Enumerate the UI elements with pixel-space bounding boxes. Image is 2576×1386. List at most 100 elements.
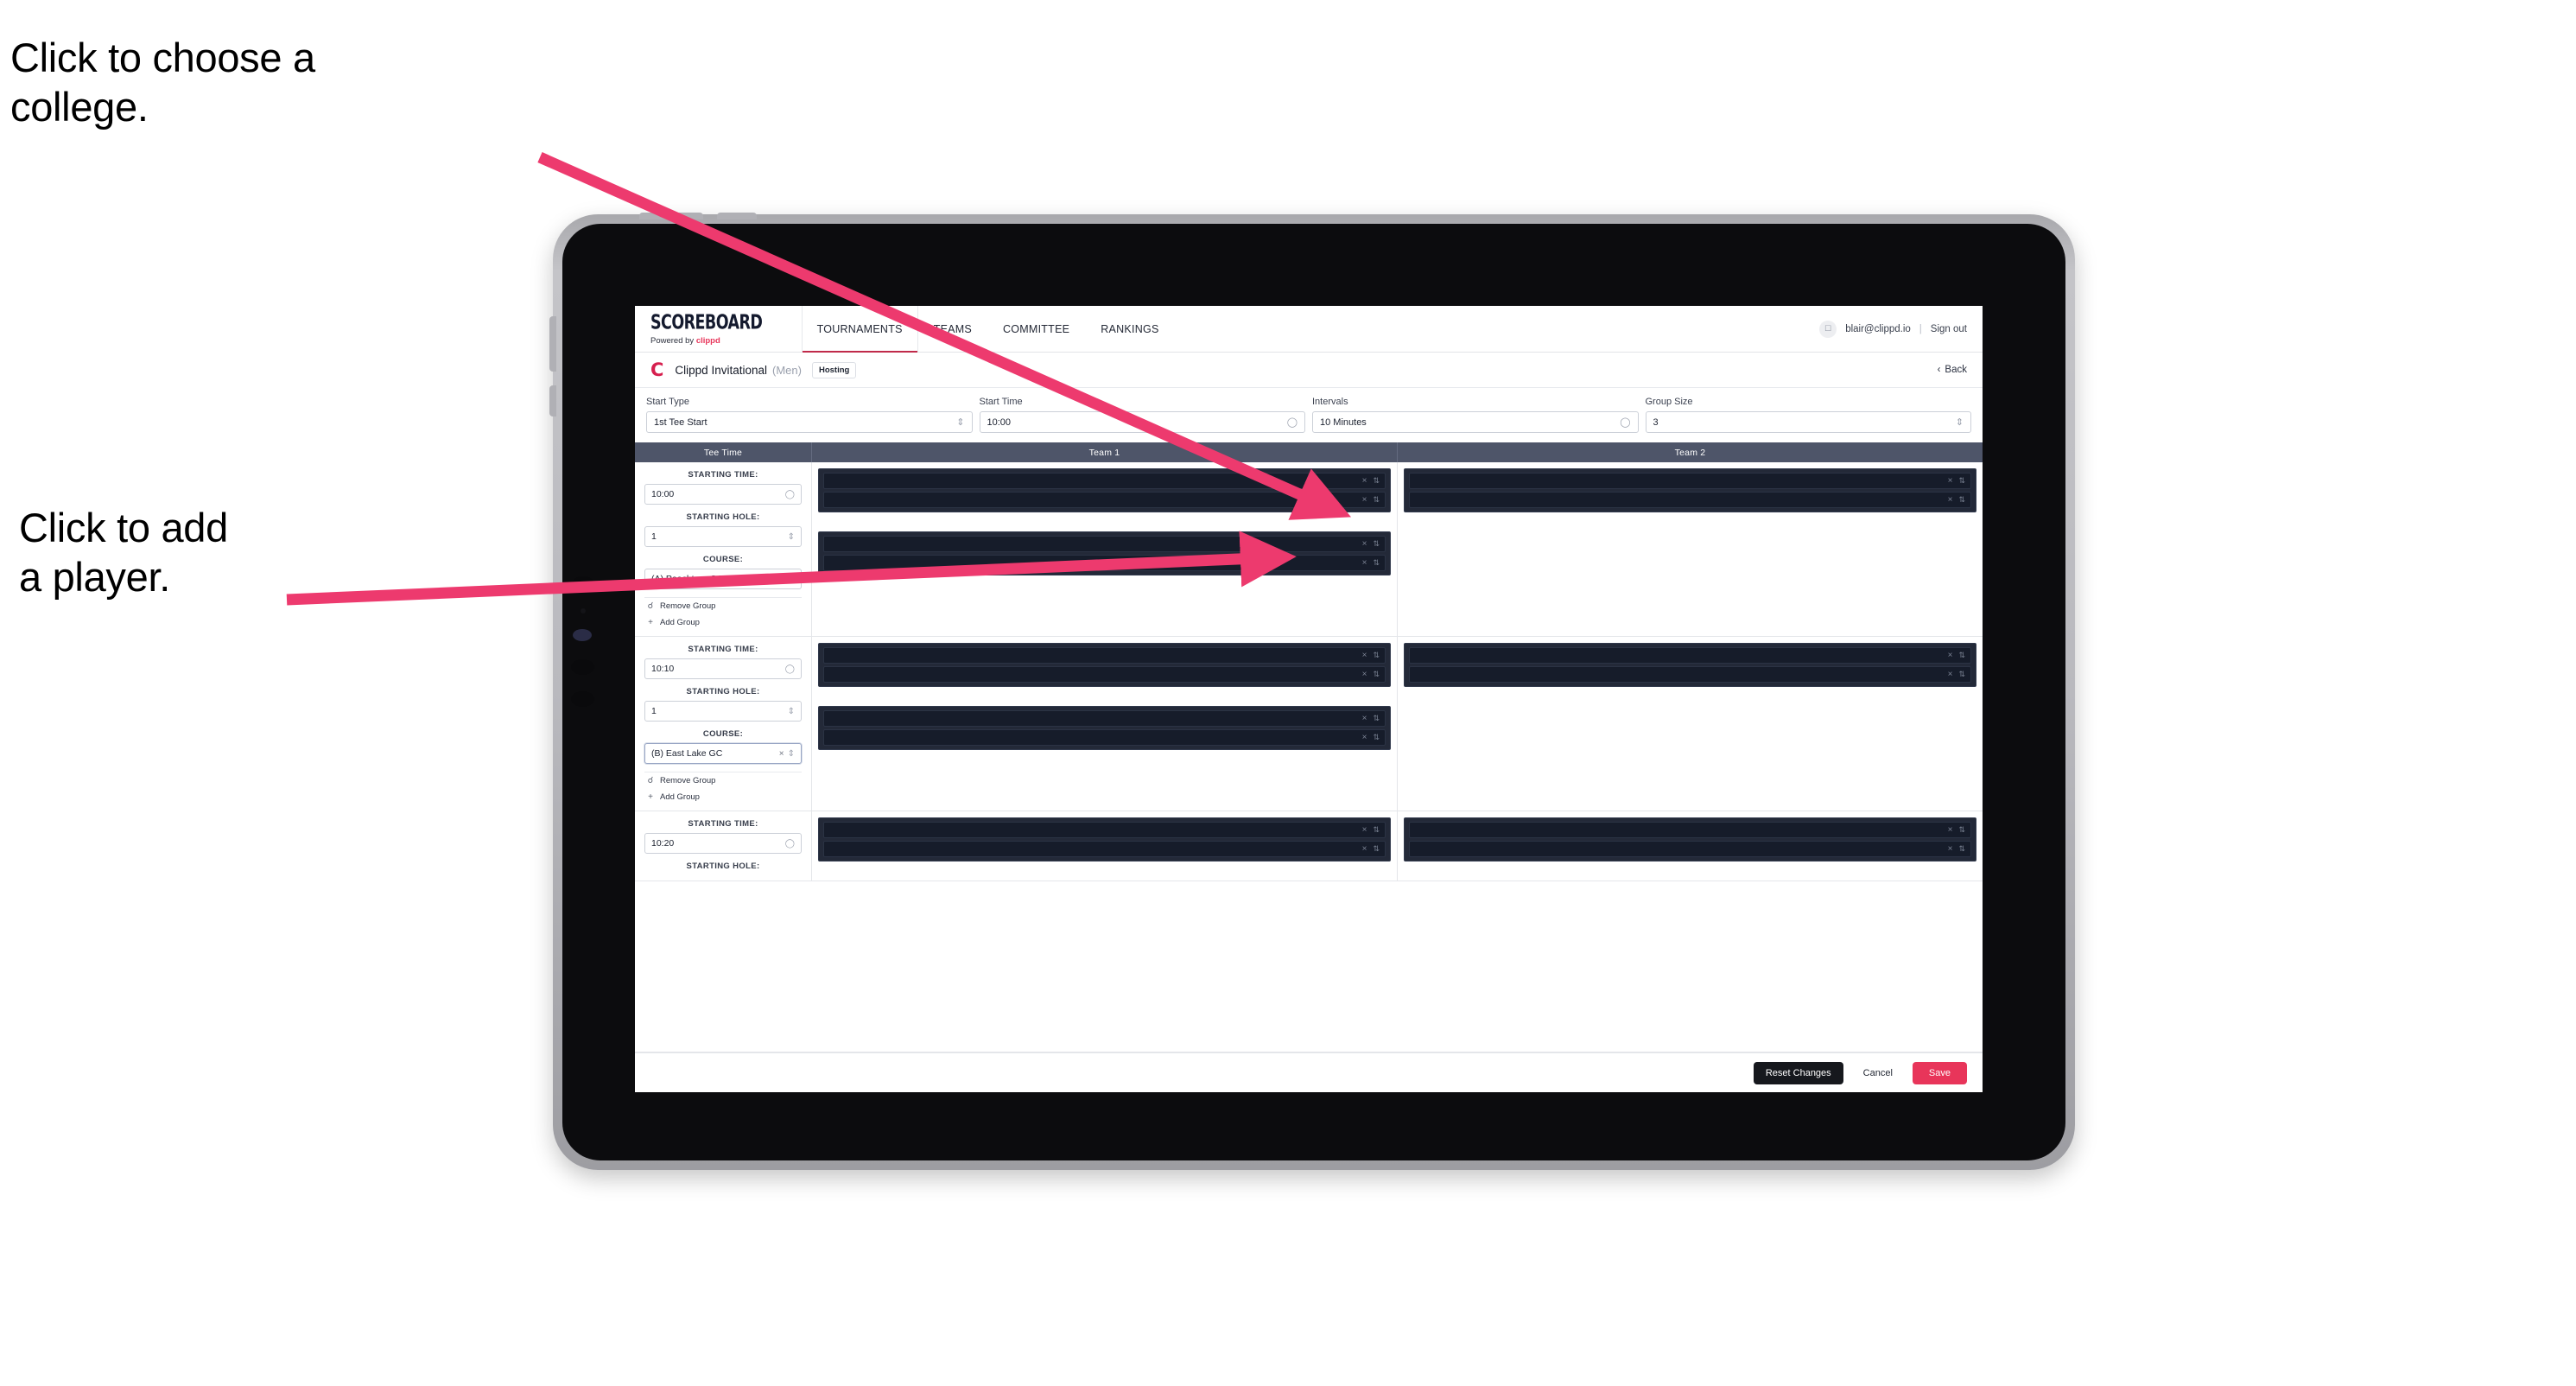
- annotation-add-player: Click to add a player.: [19, 505, 228, 601]
- tab-tournaments[interactable]: TOURNAMENTS: [801, 306, 918, 353]
- course-select[interactable]: (A) Peachtree GC × ⇕: [644, 569, 802, 589]
- add-group-button[interactable]: + Add Group: [644, 614, 802, 631]
- player-slot[interactable]: × ⇅: [1409, 492, 1971, 508]
- tab-rankings[interactable]: RANKINGS: [1085, 306, 1174, 352]
- player-slot[interactable]: × ⇅: [823, 492, 1386, 508]
- starting-time-label: STARTING TIME:: [688, 819, 758, 829]
- start-type-select[interactable]: 1st Tee Start ⇕: [646, 411, 973, 433]
- close-icon[interactable]: ×: [1362, 495, 1367, 505]
- close-icon[interactable]: ×: [1362, 539, 1367, 549]
- tab-teams[interactable]: TEAMS: [918, 306, 987, 352]
- remove-group-button[interactable]: ☌ Remove Group: [644, 597, 802, 614]
- close-icon[interactable]: ×: [1362, 670, 1367, 679]
- tablet-power-button: [717, 213, 757, 219]
- stepper-icon[interactable]: ⇕: [1956, 416, 1964, 428]
- reset-changes-button[interactable]: Reset Changes: [1753, 1061, 1843, 1084]
- stepper-icon[interactable]: ⇕: [788, 707, 795, 716]
- annotation-choose-college: Click to choose a college.: [10, 35, 315, 130]
- player-slot[interactable]: × ⇅: [823, 729, 1386, 746]
- cancel-button[interactable]: Cancel: [1855, 1062, 1901, 1084]
- remove-group-button[interactable]: ☌ Remove Group: [644, 772, 802, 789]
- stepper-icon[interactable]: ⇅: [1373, 495, 1380, 505]
- save-button[interactable]: Save: [1912, 1061, 1967, 1084]
- player-slot[interactable]: × ⇅: [823, 666, 1386, 683]
- brand-logo[interactable]: SCOREBOARD Powered by clippd: [650, 306, 802, 352]
- start-time-input[interactable]: 10:00 ◯: [979, 411, 1305, 433]
- close-icon[interactable]: ×: [1362, 651, 1367, 660]
- player-slot[interactable]: × ⇅: [823, 841, 1386, 857]
- stepper-icon[interactable]: ⇅: [1958, 651, 1965, 660]
- stepper-icon[interactable]: ⇅: [1373, 476, 1380, 486]
- starting-hole-input[interactable]: 1 ⇕: [644, 701, 802, 722]
- close-icon[interactable]: ×: [1362, 844, 1367, 854]
- intervals-input[interactable]: 10 Minutes ◯: [1312, 411, 1639, 433]
- tablet-speaker-lower: [571, 691, 594, 707]
- close-icon[interactable]: ×: [1948, 670, 1953, 679]
- stepper-icon[interactable]: ⇕: [788, 749, 795, 759]
- player-slot[interactable]: × ⇅: [823, 647, 1386, 664]
- group-size-stepper[interactable]: 3 ⇕: [1645, 411, 1971, 433]
- stepper-icon[interactable]: ⇅: [1958, 495, 1965, 505]
- player-slot[interactable]: × ⇅: [823, 536, 1386, 552]
- table-row: STARTING TIME: 10:00 ◯ STARTING HOLE: 1 ⇕ COUR…: [635, 462, 1983, 637]
- stepper-icon[interactable]: ⇅: [1373, 670, 1380, 679]
- team-2-cell: × ⇅ × ⇅: [1398, 462, 1983, 636]
- stepper-icon[interactable]: ⇅: [1373, 651, 1380, 660]
- close-icon[interactable]: ×: [1948, 844, 1953, 854]
- course-select[interactable]: (B) East Lake GC × ⇕: [644, 743, 802, 764]
- stepper-icon[interactable]: ⇅: [1958, 476, 1965, 486]
- tablet-camera-lens: [572, 576, 594, 591]
- stepper-icon[interactable]: ⇅: [1373, 714, 1380, 723]
- sign-out-link[interactable]: Sign out: [1931, 324, 1967, 334]
- tab-committee[interactable]: COMMITTEE: [987, 306, 1085, 352]
- starting-time-input[interactable]: 10:00 ◯: [644, 484, 802, 505]
- close-icon[interactable]: ×: [1362, 558, 1367, 568]
- player-slot[interactable]: × ⇅: [1409, 473, 1971, 489]
- close-icon[interactable]: ×: [1948, 476, 1953, 486]
- stepper-icon[interactable]: ⇅: [1373, 844, 1380, 854]
- player-slot[interactable]: × ⇅: [1409, 822, 1971, 838]
- stepper-icon[interactable]: ⇕: [788, 575, 795, 584]
- starting-time-input[interactable]: 10:20 ◯: [644, 833, 802, 854]
- clock-icon[interactable]: ◯: [785, 839, 795, 849]
- close-icon[interactable]: ×: [779, 575, 784, 584]
- close-icon[interactable]: ×: [1362, 476, 1367, 486]
- close-icon[interactable]: ×: [1362, 825, 1367, 835]
- close-icon[interactable]: ×: [1948, 651, 1953, 660]
- clock-icon[interactable]: ◯: [785, 664, 795, 674]
- clock-icon[interactable]: ◯: [1287, 416, 1298, 428]
- player-slot[interactable]: × ⇅: [823, 555, 1386, 571]
- clock-icon[interactable]: ◯: [785, 490, 795, 499]
- close-icon[interactable]: ×: [1948, 825, 1953, 835]
- close-icon[interactable]: ×: [1362, 733, 1367, 742]
- stepper-icon[interactable]: ⇕: [788, 532, 795, 542]
- stepper-icon[interactable]: ⇕: [956, 416, 964, 428]
- back-button[interactable]: ‹ Back: [1938, 365, 1967, 375]
- player-slot[interactable]: × ⇅: [1409, 666, 1971, 683]
- user-avatar-icon[interactable]: ☐: [1819, 320, 1837, 338]
- tee-time-cell: STARTING TIME: 10:00 ◯ STARTING HOLE: 1 ⇕ COUR…: [635, 462, 812, 636]
- player-slot[interactable]: × ⇅: [1409, 841, 1971, 857]
- stepper-icon[interactable]: ⇅: [1373, 825, 1380, 835]
- team-1-cell: × ⇅ × ⇅ × ⇅ × ⇅: [812, 637, 1398, 811]
- stepper-icon[interactable]: ⇅: [1373, 539, 1380, 549]
- player-slot[interactable]: × ⇅: [823, 822, 1386, 838]
- stepper-icon[interactable]: ⇅: [1373, 558, 1380, 568]
- starting-time-input[interactable]: 10:10 ◯: [644, 658, 802, 679]
- starting-hole-input[interactable]: 1 ⇕: [644, 526, 802, 547]
- player-slot[interactable]: × ⇅: [823, 710, 1386, 727]
- player-slot[interactable]: × ⇅: [823, 473, 1386, 489]
- tablet-volume-button: [639, 213, 703, 219]
- close-icon[interactable]: ×: [779, 749, 784, 759]
- stepper-icon[interactable]: ⇅: [1958, 844, 1965, 854]
- stepper-icon[interactable]: ⇅: [1373, 733, 1380, 742]
- add-group-button[interactable]: + Add Group: [644, 789, 802, 805]
- clock-icon[interactable]: ◯: [1620, 416, 1630, 428]
- stepper-icon[interactable]: ⇅: [1958, 670, 1965, 679]
- player-slot[interactable]: × ⇅: [1409, 647, 1971, 664]
- account-separator: |: [1919, 323, 1922, 334]
- team-2-cell: × ⇅ × ⇅: [1398, 811, 1983, 881]
- stepper-icon[interactable]: ⇅: [1958, 825, 1965, 835]
- close-icon[interactable]: ×: [1948, 495, 1953, 505]
- close-icon[interactable]: ×: [1362, 714, 1367, 723]
